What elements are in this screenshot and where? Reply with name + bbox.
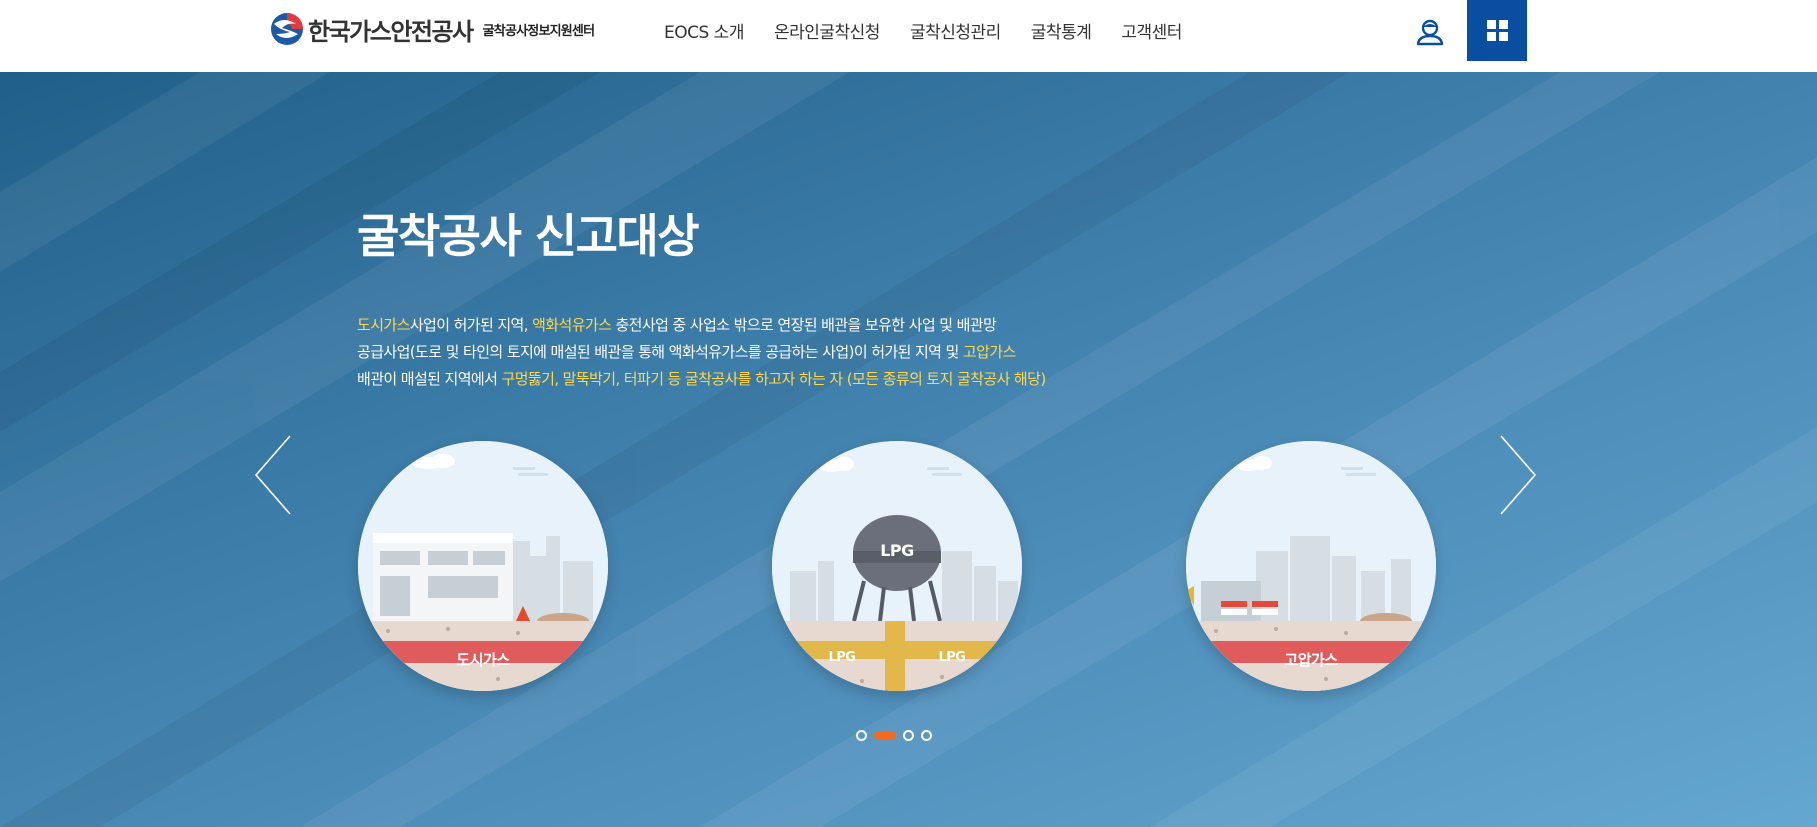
nav-eocs-intro[interactable]: EOCS 소개 — [664, 18, 744, 43]
carousel-next-button[interactable] — [1497, 434, 1537, 516]
hero-title: 굴착공사 신고대상 — [357, 209, 700, 263]
user-icon[interactable] — [1415, 17, 1445, 47]
carousel-prev-button[interactable] — [254, 434, 294, 516]
hero-banner: 굴착공사 신고대상 도시가스사업이 허가된 지역, 액화석유가스 충전사업 중 … — [0, 72, 1817, 827]
grid-menu-button[interactable] — [1467, 0, 1527, 61]
nav-excavation-request-management[interactable]: 굴착신청관리 — [910, 18, 1001, 43]
card-label-city-gas: 도시가스 — [456, 651, 510, 669]
nav-excavation-statistics[interactable]: 굴착통계 — [1031, 18, 1092, 43]
highlight-lpg: 액화석유가스 — [532, 316, 612, 334]
highlight-city-gas: 도시가스 — [357, 316, 410, 334]
nav-customer-center[interactable]: 고객센터 — [1121, 18, 1182, 43]
logo-title: 한국가스안전공사 — [308, 17, 474, 46]
hero-description: 도시가스사업이 허가된 지역, 액화석유가스 충전사업 중 사업소 밖으로 연장… — [357, 312, 1257, 393]
kgs-logo-icon — [270, 12, 304, 46]
card-lpg[interactable]: LPG LPG LPG — [772, 441, 1022, 691]
pagination-dot-1[interactable] — [856, 730, 867, 741]
lpg-pipe-label-right: LPG — [938, 650, 966, 665]
desc-line-2: 공급사업(도로 및 타인의 토지에 매설된 배관을 통해 액화석유가스를 공급하… — [357, 339, 1257, 366]
pagination-dot-4[interactable] — [921, 730, 932, 741]
highlight-excavation-types: 구멍뚫기, 말뚝박기, 터파기 등 굴착공사를 하고자 하는 자 (모든 종류의… — [501, 370, 1047, 388]
desc-text: 공급사업(도로 및 타인의 토지에 매설된 배관을 통해 액화석유가스를 공급하… — [357, 343, 963, 361]
desc-text: 충전사업 중 사업소 밖으로 연장된 배관을 보유한 사업 및 배관망 — [611, 316, 997, 334]
lpg-pipe-label-left: LPG — [828, 650, 856, 665]
nav-online-excavation-request[interactable]: 온라인굴착신청 — [774, 18, 880, 43]
logo-subtitle: 굴착공사정보지원센터 — [482, 23, 595, 39]
lpg-tank-illustration — [772, 441, 1022, 691]
card-high-pressure-gas[interactable]: 고압가스 — [1186, 441, 1436, 691]
lpg-tank-label: LPG — [880, 541, 914, 560]
pagination-dot-2-active[interactable] — [874, 731, 896, 740]
site-header: 한국가스안전공사 굴착공사정보지원센터 EOCS 소개 온라인굴착신청 굴착신청… — [0, 0, 1817, 72]
desc-line-1: 도시가스사업이 허가된 지역, 액화석유가스 충전사업 중 사업소 밖으로 연장… — [357, 312, 1257, 339]
desc-line-3: 배관이 매설된 지역에서 구멍뚫기, 말뚝박기, 터파기 등 굴착공사를 하고자… — [357, 366, 1257, 393]
card-city-gas[interactable]: 도시가스 — [358, 441, 608, 691]
pagination-dot-3[interactable] — [903, 730, 914, 741]
desc-text: 사업이 허가된 지역, — [409, 316, 533, 334]
desc-text: 배관이 매설된 지역에서 — [357, 370, 502, 388]
chevron-right-icon — [1500, 435, 1537, 515]
logo[interactable]: 한국가스안전공사 굴착공사정보지원센터 — [270, 12, 595, 46]
main-nav: EOCS 소개 온라인굴착신청 굴착신청관리 굴착통계 고객센터 — [664, 18, 1212, 43]
highlight-high-pressure-gas: 고압가스 — [962, 343, 1016, 361]
card-label-high-pressure-gas: 고압가스 — [1284, 651, 1338, 669]
carousel-pagination — [856, 730, 939, 741]
chevron-left-icon — [254, 435, 291, 515]
